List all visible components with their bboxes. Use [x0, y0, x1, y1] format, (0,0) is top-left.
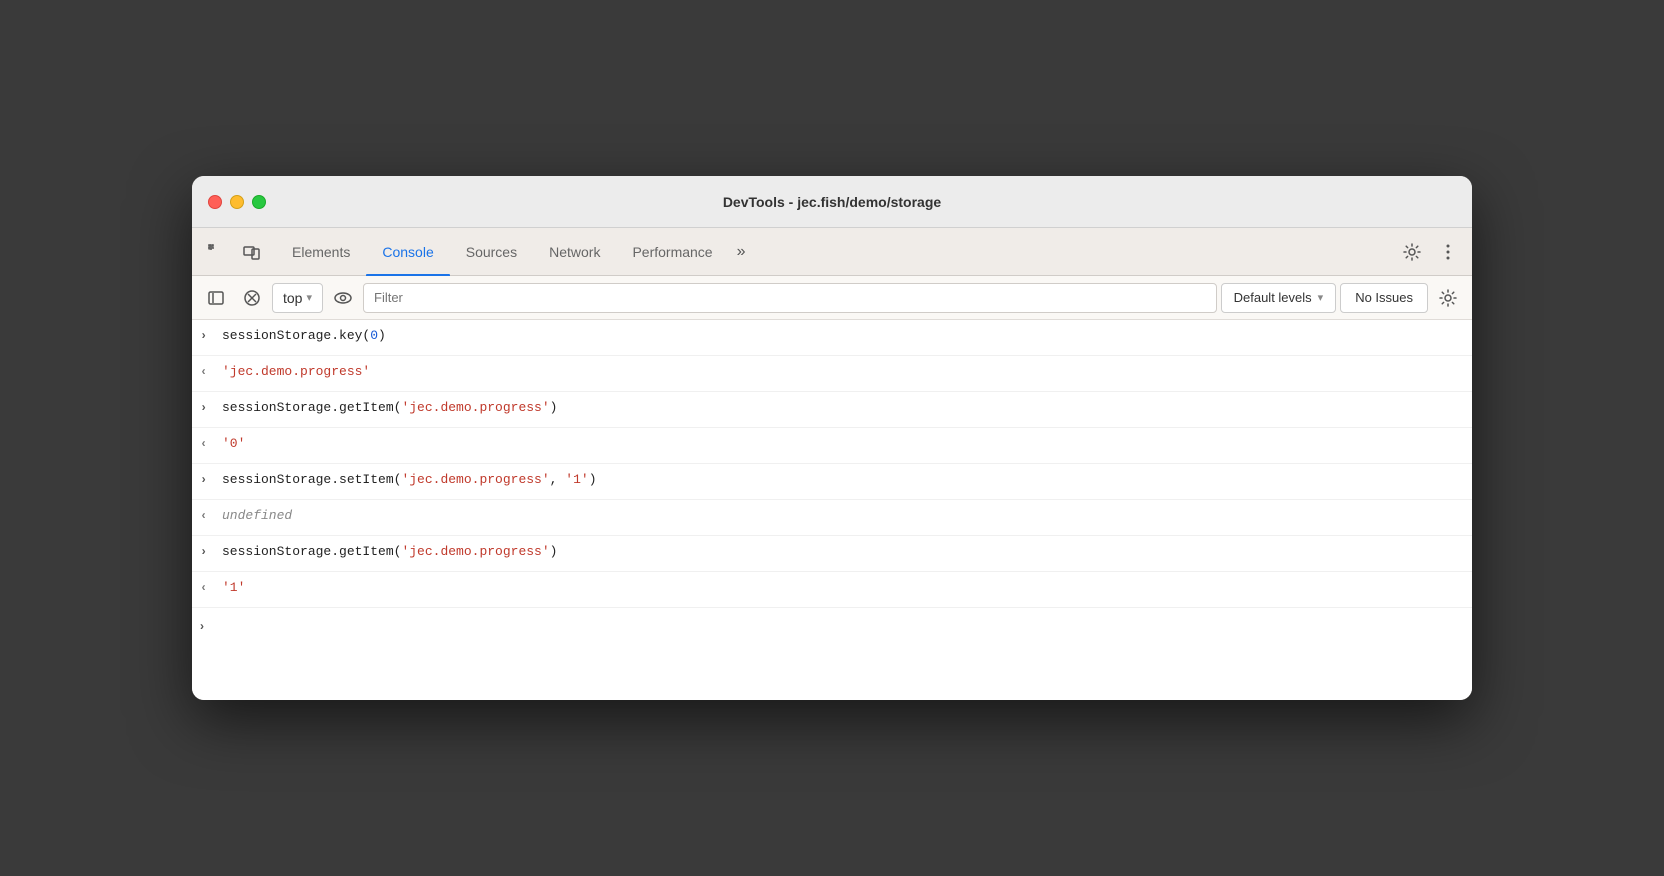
console-arrow-input: › — [200, 542, 214, 561]
eye-icon — [333, 288, 353, 308]
console-line-1[interactable]: › sessionStorage.key(0) — [192, 320, 1472, 356]
console-line-8[interactable]: ‹ '1' — [192, 572, 1472, 608]
console-code: '0' — [222, 434, 1460, 454]
devtools-window: DevTools - jec.fish/demo/storage — [192, 176, 1472, 700]
console-arrow-output: ‹ — [200, 578, 214, 597]
console-line-6[interactable]: ‹ undefined — [192, 500, 1472, 536]
console-code: sessionStorage.setItem('jec.demo.progres… — [222, 470, 1460, 490]
console-arrow-output: ‹ — [200, 434, 214, 453]
console-line-2[interactable]: ‹ 'jec.demo.progress' — [192, 356, 1472, 392]
console-line-7[interactable]: › sessionStorage.getItem('jec.demo.progr… — [192, 536, 1472, 572]
tab-console[interactable]: Console — [366, 228, 449, 276]
close-button[interactable] — [208, 195, 222, 209]
devtools-menu-button[interactable] — [1432, 236, 1464, 268]
filter-input[interactable] — [363, 283, 1217, 313]
console-arrow-input: › — [200, 470, 214, 489]
traffic-lights — [208, 195, 266, 209]
maximize-button[interactable] — [252, 195, 266, 209]
three-dot-icon — [1446, 243, 1450, 261]
tabbar: Elements Console Sources Network Perform… — [192, 228, 1472, 276]
clear-icon — [243, 289, 261, 307]
log-levels-button[interactable]: Default levels ▾ — [1221, 283, 1337, 313]
console-code: sessionStorage.getItem('jec.demo.progres… — [222, 542, 1460, 562]
console-line-4[interactable]: ‹ '0' — [192, 428, 1472, 464]
clear-console-button[interactable] — [236, 282, 268, 314]
console-prompt-line[interactable]: › — [192, 608, 1472, 644]
console-code: sessionStorage.getItem('jec.demo.progres… — [222, 398, 1460, 418]
tab-performance[interactable]: Performance — [616, 228, 728, 276]
device-toolbar-button[interactable] — [236, 236, 268, 268]
console-arrow-output: ‹ — [200, 506, 214, 525]
console-arrow-input: › — [200, 398, 214, 417]
sidebar-toggle-button[interactable] — [200, 282, 232, 314]
tabbar-right-icons — [1396, 236, 1464, 268]
console-line-3[interactable]: › sessionStorage.getItem('jec.demo.progr… — [192, 392, 1472, 428]
console-code: '1' — [222, 578, 1460, 598]
devtools-settings-button[interactable] — [1396, 236, 1428, 268]
gear-icon — [1403, 243, 1421, 261]
device-icon — [243, 243, 261, 261]
tab-sources[interactable]: Sources — [450, 228, 533, 276]
tabbar-left-icons — [200, 236, 268, 268]
inspect-element-button[interactable] — [200, 236, 232, 268]
console-prompt-arrow: › — [200, 619, 204, 633]
console-arrow-input: › — [200, 326, 214, 345]
console-code: sessionStorage.key(0) — [222, 326, 1460, 346]
inspect-icon — [207, 243, 225, 261]
console-output: › sessionStorage.key(0) ‹ 'jec.demo.prog… — [192, 320, 1472, 700]
tab-network[interactable]: Network — [533, 228, 616, 276]
titlebar: DevTools - jec.fish/demo/storage — [192, 176, 1472, 228]
console-arrow-output: ‹ — [200, 362, 214, 381]
window-title: DevTools - jec.fish/demo/storage — [723, 194, 941, 210]
tab-elements[interactable]: Elements — [276, 228, 366, 276]
context-selector[interactable]: top ▾ — [272, 283, 323, 313]
live-expressions-button[interactable] — [327, 282, 359, 314]
minimize-button[interactable] — [230, 195, 244, 209]
console-code: undefined — [222, 506, 1460, 526]
sidebar-icon — [207, 289, 225, 307]
console-toolbar: top ▾ Default levels ▾ No Issues — [192, 276, 1472, 320]
console-code: 'jec.demo.progress' — [222, 362, 1460, 382]
issues-counter-button[interactable]: No Issues — [1340, 283, 1428, 313]
tabs: Elements Console Sources Network Perform… — [276, 228, 1388, 276]
console-line-5[interactable]: › sessionStorage.setItem('jec.demo.progr… — [192, 464, 1472, 500]
settings-icon — [1439, 289, 1457, 307]
more-tabs-button[interactable]: » — [729, 239, 754, 265]
console-settings-button[interactable] — [1432, 282, 1464, 314]
